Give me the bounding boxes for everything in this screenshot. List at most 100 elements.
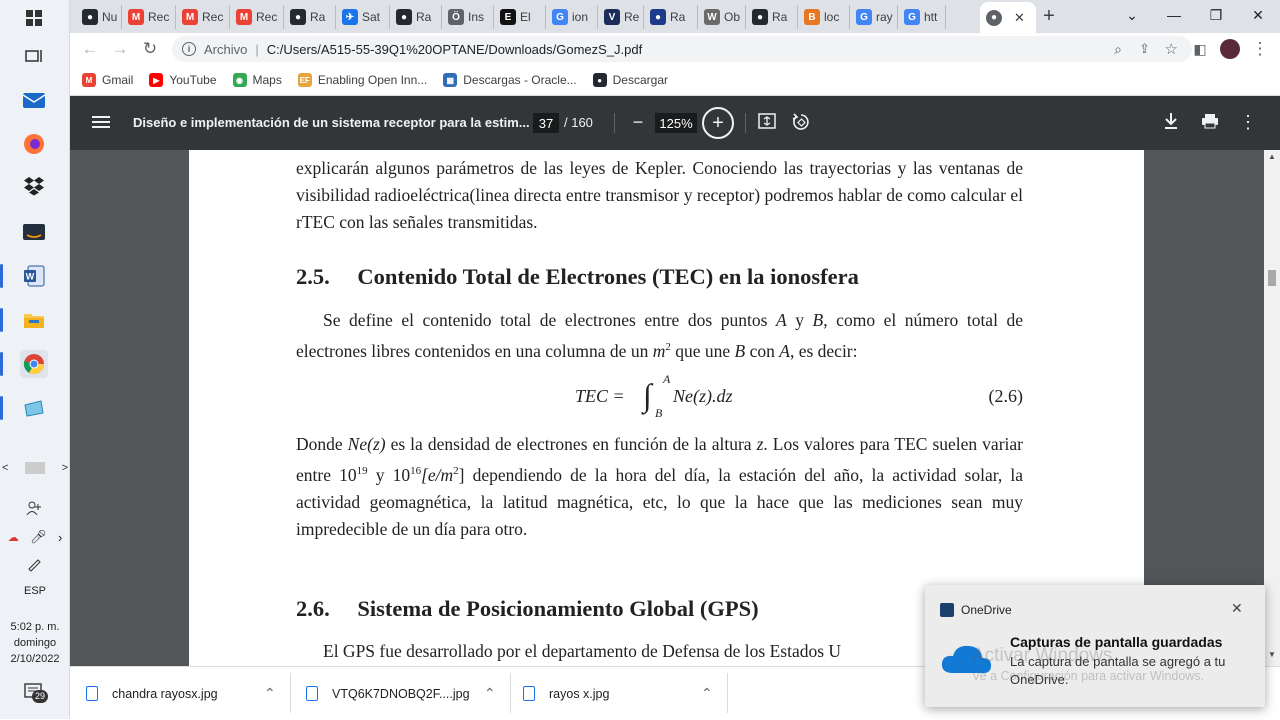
tab-14[interactable]: Bloc [798, 5, 850, 29]
scroll-up-arrow-icon[interactable]: ▲ [1268, 152, 1276, 161]
mail-icon[interactable] [20, 86, 48, 114]
reload-icon[interactable]: ↻ [138, 37, 162, 61]
notification-center-icon[interactable]: 29 [24, 683, 49, 705]
amazon-icon[interactable] [20, 218, 48, 246]
tab-12[interactable]: W Ob [698, 5, 746, 29]
pen-icon[interactable] [20, 550, 48, 578]
address-url[interactable]: C:/Users/A515-55-39Q1%20OPTANE/Downloads… [267, 42, 642, 57]
tab-label: Rec [148, 10, 170, 24]
address-scheme-label: Archivo [204, 41, 248, 57]
scroll-thumb[interactable] [1268, 270, 1276, 286]
page-number-input[interactable] [533, 113, 559, 133]
tab-label: ion [572, 10, 589, 24]
tab-active-pdf[interactable]: ● ✕ [980, 2, 1036, 33]
paragraph-tec-values: Donde Ne(z) es la densidad de electrones… [296, 431, 1023, 543]
tab-close-icon[interactable]: ✕ [1014, 10, 1025, 26]
minimize-button[interactable]: — [1152, 0, 1196, 30]
scroll-thumb[interactable] [25, 462, 45, 474]
word-icon[interactable]: W [0, 262, 48, 290]
bookmark-0[interactable]: M Gmail [82, 73, 133, 87]
tab-0[interactable]: ● Nu [76, 5, 122, 29]
bookmark-4[interactable]: ▦ Descargas - Oracle... [443, 73, 577, 87]
bookmark-label: Enabling Open Inn... [317, 73, 428, 87]
tab-label: Ra [772, 10, 788, 24]
onedrive-toast[interactable]: OneDrive ✕ Capturas de pantalla guardada… [925, 585, 1265, 707]
pdf-toolbar: Diseño e implementación de un sistema re… [70, 96, 1280, 150]
bookmark-2[interactable]: ◉ Maps [232, 73, 282, 87]
scroll-right-icon[interactable]: > [62, 462, 68, 474]
chrome-menu-icon[interactable]: ⋮ [1248, 37, 1272, 61]
bookmark-1[interactable]: ▶ YouTube [149, 73, 217, 87]
maximize-button[interactable]: ❐ [1194, 0, 1238, 30]
microphone-icon[interactable]: 🎤︎ [30, 529, 47, 545]
close-window-button[interactable]: ✕ [1236, 0, 1280, 30]
language-indicator[interactable]: ESP [0, 585, 70, 597]
chevron-right-icon[interactable]: › [58, 530, 62, 545]
pdf-scrollbar[interactable]: ▲ ▼ [1264, 150, 1280, 666]
snipping-tool-icon[interactable] [0, 394, 48, 422]
tab-7[interactable]: Ö Ins [442, 5, 494, 29]
pdf-more-icon[interactable]: ⋮ [1239, 111, 1257, 133]
task-view-icon[interactable] [20, 42, 48, 70]
tab-16[interactable]: Ghtt [898, 5, 946, 29]
address-bar[interactable]: i Archivo | C:/Users/A515-55-39Q1%20OPTA… [172, 36, 1192, 62]
forward-arrow-icon[interactable]: → [108, 37, 132, 61]
tab-3[interactable]: M Rec [230, 5, 284, 29]
fit-to-page-icon[interactable] [758, 113, 778, 131]
bookmark-star-icon[interactable]: ☆ [1165, 40, 1178, 58]
people-icon[interactable] [20, 494, 48, 522]
side-panel-icon[interactable]: ◧ [1188, 37, 1212, 61]
zoom-level-input[interactable] [655, 113, 697, 133]
windows-start-icon[interactable] [20, 4, 48, 32]
tab-15[interactable]: Gray [850, 5, 898, 29]
toast-close-icon[interactable]: ✕ [1231, 600, 1243, 617]
clock-day[interactable]: domingo [0, 637, 70, 649]
file-explorer-icon[interactable] [0, 306, 48, 334]
download-item[interactable]: chandra rayosx.jpg ⌃ [86, 667, 291, 720]
dropbox-icon[interactable] [20, 172, 48, 200]
download-item[interactable]: VTQ6K7DNOBQ2F....jpg ⌃ [306, 667, 511, 720]
zoom-icon[interactable]: ⌕ [1114, 41, 1122, 58]
tab-10[interactable]: V Re [598, 5, 644, 29]
math-m: m [652, 340, 666, 361]
tab-13[interactable]: ● Ra [746, 5, 798, 29]
chevron-up-icon[interactable]: ⌃ [701, 685, 713, 702]
scroll-down-arrow-icon[interactable]: ▼ [1268, 650, 1276, 659]
google-icon: G [904, 9, 920, 25]
print-icon[interactable] [1201, 113, 1221, 133]
tab-11[interactable]: ● Ra [644, 5, 698, 29]
zoom-out-button[interactable]: − [626, 110, 650, 134]
firefox-icon[interactable] [20, 130, 48, 158]
tab-4[interactable]: ● Ra [284, 5, 336, 29]
profile-avatar[interactable] [1220, 39, 1240, 59]
chrome-icon[interactable] [0, 350, 48, 378]
tab-label: Rec [256, 10, 278, 24]
tab-6[interactable]: ● Ra [390, 5, 442, 29]
tab-2[interactable]: M Rec [176, 5, 230, 29]
tab-1[interactable]: M Rec [122, 5, 176, 29]
back-arrow-icon[interactable]: ← [78, 37, 102, 61]
math-A-2: A [779, 340, 790, 361]
cloud-icon[interactable]: ☁ [8, 531, 19, 544]
clock-date[interactable]: 2/10/2022 [0, 653, 70, 665]
taskbar-scrollbar[interactable]: < > [2, 460, 68, 476]
pdf-menu-icon[interactable] [92, 114, 110, 130]
rotate-icon[interactable] [792, 113, 812, 133]
bookmark-5[interactable]: ● Descargar [592, 73, 668, 87]
tab-8[interactable]: E El [494, 5, 546, 29]
clock-time[interactable]: 5:02 p. m. [0, 621, 70, 633]
bookmark-3[interactable]: EF Enabling Open Inn... [297, 73, 428, 87]
scroll-left-icon[interactable]: < [2, 462, 8, 474]
chevron-up-icon[interactable]: ⌃ [264, 685, 276, 702]
chevron-up-icon[interactable]: ⌃ [484, 685, 496, 702]
ef-icon: EF [297, 73, 312, 87]
tab-5[interactable]: ✈ Sat [336, 5, 390, 29]
download-icon[interactable] [1163, 112, 1183, 132]
info-icon[interactable]: i [182, 42, 196, 56]
tab-search-chevron-icon[interactable]: ⌄ [1110, 0, 1154, 30]
zoom-in-button[interactable]: + [702, 107, 734, 139]
share-icon[interactable]: ⇪ [1139, 41, 1150, 57]
download-item[interactable]: rayos x.jpg ⌃ [523, 667, 728, 720]
new-tab-button[interactable]: + [1038, 4, 1060, 28]
tab-9[interactable]: Gion [546, 5, 598, 29]
